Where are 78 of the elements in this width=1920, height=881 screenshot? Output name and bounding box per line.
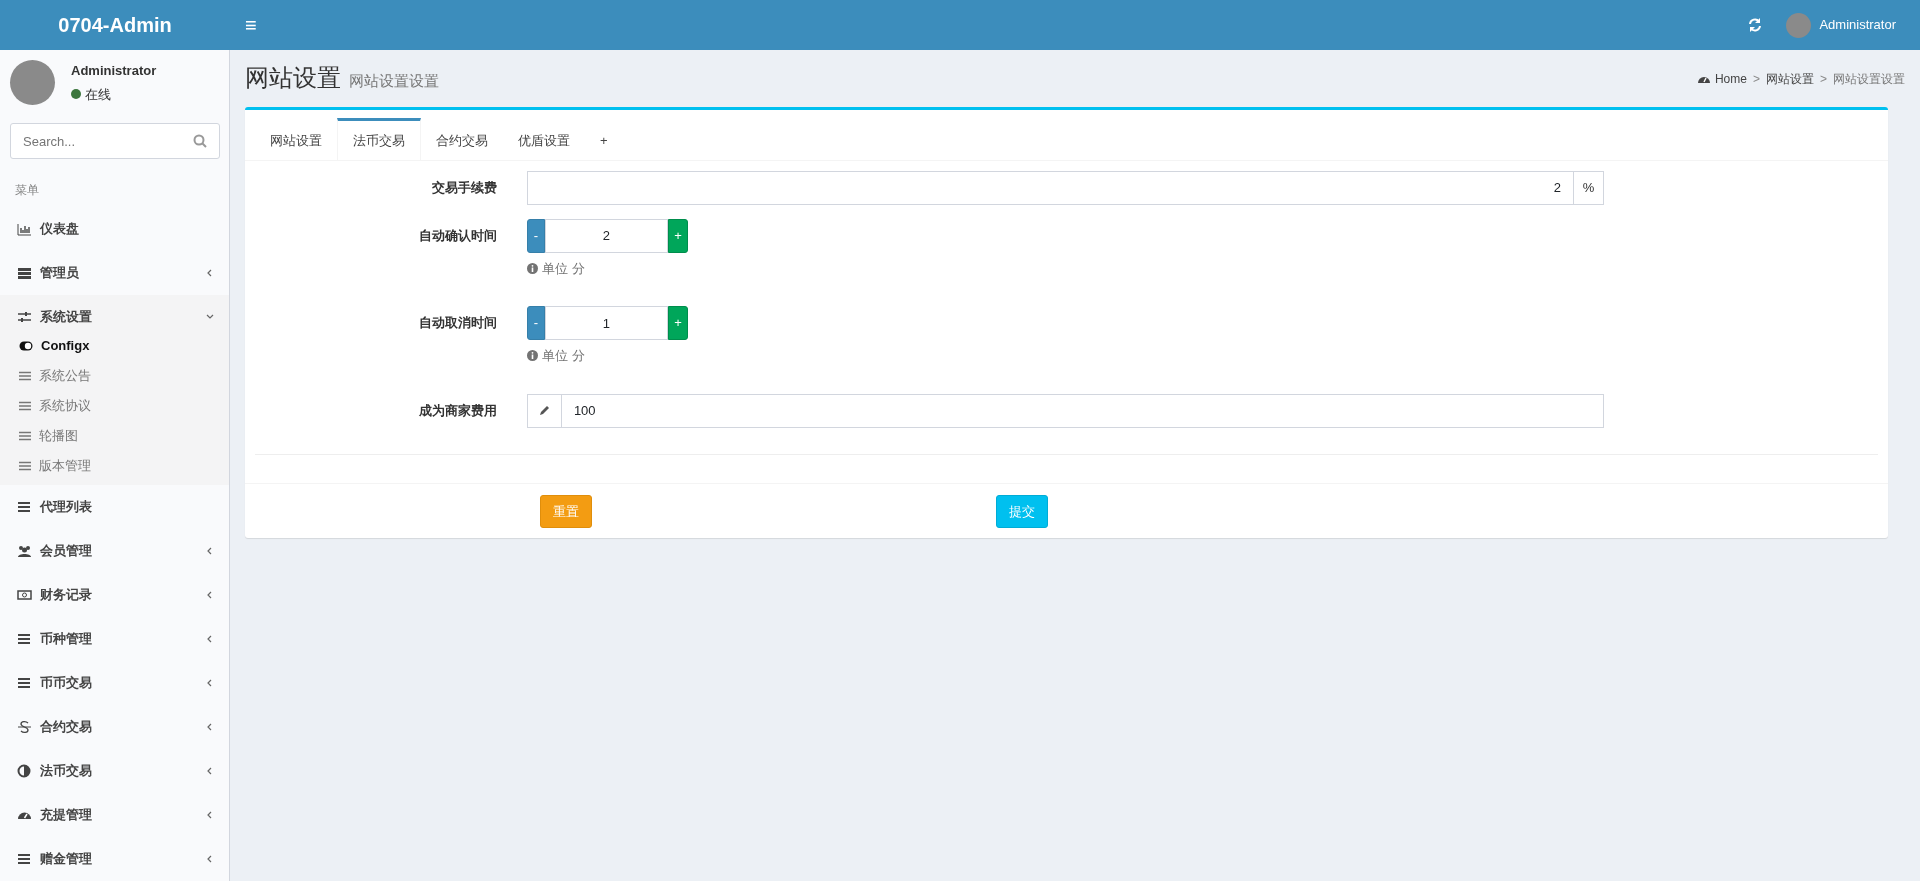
status-text: 在线 <box>85 85 111 104</box>
list-icon <box>17 500 32 514</box>
number-field[interactable]: 2 <box>544 218 668 253</box>
decrement-button[interactable]: - <box>527 306 545 340</box>
users-icon <box>17 544 32 558</box>
list-icon <box>19 371 31 381</box>
breadcrumb-link[interactable]: Home <box>1714 69 1747 88</box>
sliders-icon <box>17 310 32 324</box>
breadcrumb-separator: > <box>1751 70 1761 88</box>
chart-icon <box>17 222 32 236</box>
submenu-item[interactable]: 系统协议 <box>0 391 229 421</box>
menu-item[interactable]: 财务记录 <box>0 573 229 617</box>
menu-item[interactable]: 合约交易 <box>0 705 229 749</box>
list-icon <box>17 852 32 866</box>
page-title: 网站设置 <box>245 64 341 93</box>
chevron-left-icon <box>206 547 214 555</box>
decrement-button[interactable]: - <box>527 218 545 253</box>
app-logo[interactable]: 0704-Admin <box>0 0 230 50</box>
input-field[interactable]: 2 <box>527 170 1574 205</box>
search-icon <box>193 134 207 148</box>
menu-item[interactable]: 币种管理 <box>0 617 229 661</box>
pencil-icon <box>538 405 550 416</box>
tab[interactable]: 合约交易 <box>421 118 503 160</box>
chevron-left-icon <box>206 723 214 731</box>
user-name[interactable]: Administrator <box>1819 15 1896 35</box>
field-label: 自动确认时间 <box>418 226 497 245</box>
menu-item[interactable]: 会员管理 <box>0 529 229 573</box>
input-addon: % <box>1573 170 1604 205</box>
tab[interactable]: 法币交易 <box>337 118 421 160</box>
menu-item[interactable]: 代理列表 <box>0 485 229 529</box>
server-icon <box>17 266 32 280</box>
breadcrumb-link[interactable]: 网站设置 <box>1766 69 1814 88</box>
submenu-item[interactable]: 系统公告 <box>0 361 229 391</box>
list-icon <box>17 632 32 646</box>
field-label: 交易手续费 <box>431 178 497 197</box>
info-icon <box>527 262 538 274</box>
number-field[interactable]: 1 <box>544 306 668 340</box>
page-subtitle: 网站设置设置 <box>349 71 439 92</box>
menu-item[interactable]: 仪表盘 <box>0 207 229 251</box>
field-label: 自动取消时间 <box>418 314 497 332</box>
chevron-left-icon <box>206 811 214 819</box>
menu-item[interactable]: 法币交易 <box>0 749 229 793</box>
menu-item[interactable]: 赠金管理 <box>0 837 229 881</box>
list-icon <box>19 431 31 441</box>
user-avatar <box>10 60 55 105</box>
chevron-left-icon <box>206 635 214 643</box>
search-field[interactable]: Search... <box>10 123 220 159</box>
money-icon <box>17 588 32 602</box>
field-label: 成为商家费用 <box>418 401 497 420</box>
submenu-item[interactable]: 版本管理 <box>0 451 229 481</box>
info-icon <box>527 350 538 362</box>
menu-toggle-button[interactable]: ≡ <box>230 0 272 50</box>
chevron-left-icon <box>206 679 214 687</box>
menu-item[interactable]: 充提管理 <box>0 793 229 837</box>
tab[interactable]: 优盾设置 <box>503 118 585 160</box>
help-text: 单位 分 <box>542 259 585 278</box>
tab[interactable]: 网站设置 <box>255 118 337 160</box>
chevron-left-icon <box>206 855 214 863</box>
list-icon <box>19 461 31 471</box>
list-icon <box>19 401 31 411</box>
chevron-left-icon <box>206 269 214 277</box>
user-name: Administrator <box>71 62 157 80</box>
refresh-icon[interactable] <box>1748 18 1763 32</box>
tab[interactable]: + <box>585 118 623 160</box>
breadcrumb-separator: > <box>1819 70 1828 88</box>
menu-header: 菜单 <box>14 182 40 199</box>
help-text: 单位 分 <box>542 347 585 365</box>
input-field[interactable]: 100 <box>561 393 1604 428</box>
menu-item[interactable]: 币币交易 <box>0 661 229 705</box>
half-circle-icon <box>17 764 32 778</box>
list-icon <box>17 676 32 690</box>
strikethrough-icon <box>17 720 32 734</box>
submenu-item[interactable]: 轮播图 <box>0 421 229 451</box>
menu-item[interactable]: 管理员 <box>0 251 229 295</box>
chevron-left-icon <box>206 591 214 599</box>
toggle-icon <box>19 341 33 351</box>
chevron-down-icon <box>206 313 214 321</box>
chevron-left-icon <box>206 767 214 775</box>
